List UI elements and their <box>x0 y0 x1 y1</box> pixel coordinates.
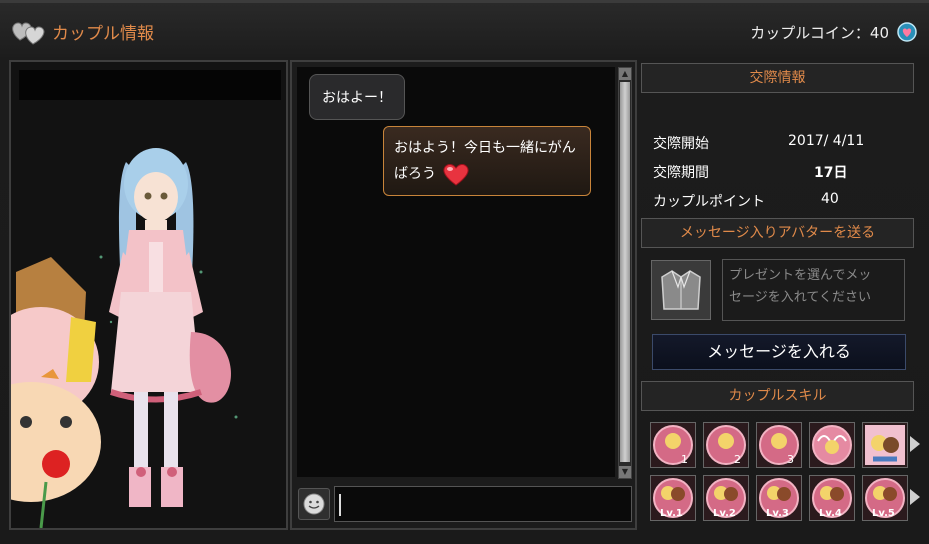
skills-row2-next-arrow-icon[interactable] <box>910 489 920 505</box>
svg-text:Lv.2: Lv.2 <box>713 508 736 519</box>
enter-message-button[interactable]: メッセージを入れる <box>652 334 906 370</box>
couple-skill-lv1-icon[interactable]: Lv.1 <box>650 475 696 521</box>
avatar-preview-panel <box>9 60 288 530</box>
couple-skill-2-icon[interactable]: 2 <box>703 422 749 468</box>
chat-message-text-line1: おはよう！今日も一緒にがん <box>394 140 576 156</box>
present-slot[interactable] <box>651 260 711 320</box>
chat-message-text: おはよー！ <box>322 90 392 106</box>
scroll-thumb[interactable] <box>620 82 630 462</box>
send-avatar-header: メッセージ入りアバターを送る <box>641 218 914 248</box>
couple-skill-lv2-icon[interactable]: Lv.2 <box>703 475 749 521</box>
duration-value: 17日 <box>814 165 848 181</box>
chat-message-received: おはよー！ <box>309 74 405 120</box>
start-date-label: 交際開始 <box>653 136 709 152</box>
couple-skill-lv5-icon[interactable]: Lv.5 <box>862 475 908 521</box>
couple-skills-header: カップルスキル <box>641 381 914 411</box>
couple-skill-lv4-icon[interactable]: Lv.4 <box>809 475 855 521</box>
start-date-value: 2017/ 4/11 <box>788 133 865 149</box>
chat-message-sent: おはよう！今日も一緒にがん ばろう <box>383 126 591 196</box>
present-placeholder-line1: プレゼントを選んでメッ <box>729 268 872 283</box>
chat-log[interactable]: おはよー！ おはよう！今日も一緒にがん ばろう <box>297 67 615 477</box>
couple-coin-icon <box>897 22 917 42</box>
couple-points-value: 40 <box>821 191 839 207</box>
svg-text:Lv.3: Lv.3 <box>766 508 789 519</box>
svg-text:2: 2 <box>734 453 741 466</box>
heart-emoji-icon <box>443 164 470 186</box>
scroll-up-button[interactable]: ▲ <box>619 68 631 80</box>
chat-panel: おはよー！ おはよう！今日も一緒にがん ばろう ▲ ▼ <box>290 60 637 530</box>
couple-info-window: カップル情報 カップルコイン：40 おはよー！ おはよう！今日も一緒にがん ばろ… <box>0 0 929 544</box>
pet-bear-figure <box>11 257 101 528</box>
avatar-preview-image <box>11 148 238 528</box>
window-title: カップル情報 <box>52 24 154 44</box>
couple-skill-angel-icon[interactable] <box>809 422 855 468</box>
jacket-icon <box>661 270 701 310</box>
chat-input[interactable] <box>334 486 632 522</box>
svg-text:Lv.5: Lv.5 <box>872 508 895 519</box>
hearts-icon <box>12 22 45 45</box>
skills-row1-next-arrow-icon[interactable] <box>910 436 920 452</box>
text-cursor <box>339 494 341 516</box>
scroll-down-button[interactable]: ▼ <box>619 466 631 478</box>
couple-skill-3-icon[interactable]: 3 <box>756 422 802 468</box>
svg-text:Lv.4: Lv.4 <box>819 508 842 519</box>
couple-skill-1-icon[interactable]: 1 <box>650 422 696 468</box>
smiley-icon <box>303 493 325 515</box>
svg-text:1: 1 <box>681 453 688 466</box>
couple-skill-lv3-icon[interactable]: Lv.3 <box>756 475 802 521</box>
relationship-info-header: 交際情報 <box>641 63 914 93</box>
avatar-character <box>109 148 231 507</box>
present-placeholder-line2: セージを入れてください <box>729 290 871 305</box>
chat-scrollbar[interactable]: ▲ ▼ <box>618 67 632 479</box>
window-top-border <box>0 0 929 3</box>
couple-coin-count: カップルコイン：40 <box>750 24 889 42</box>
chat-message-text-line2: ばろう <box>394 166 436 182</box>
svg-text:Lv.1: Lv.1 <box>660 508 683 519</box>
emoticon-button[interactable] <box>298 488 330 520</box>
svg-text:3: 3 <box>787 453 794 466</box>
couple-points-label: カップルポイント <box>653 194 765 210</box>
duration-label: 交際期間 <box>653 165 709 181</box>
couple-skill-hug-icon[interactable] <box>862 422 908 468</box>
present-message-field[interactable]: プレゼントを選んでメッ セージを入れてください <box>722 259 905 321</box>
